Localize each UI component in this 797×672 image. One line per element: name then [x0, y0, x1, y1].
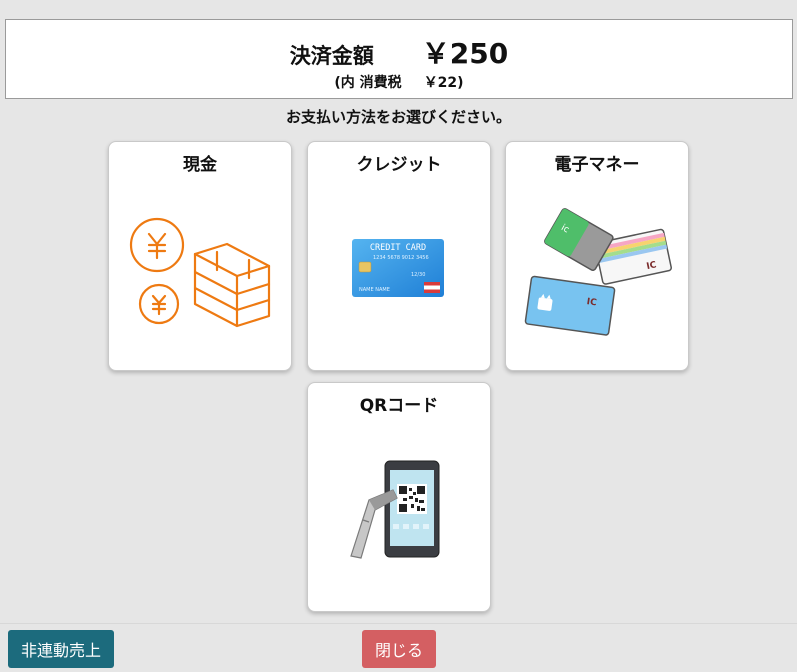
tax-value: ￥22) [423, 75, 464, 91]
payment-option-cash[interactable]: 現金 [108, 141, 292, 371]
amount-line: 決済金額 ￥250 [6, 32, 792, 72]
instruction-text: お支払い方法をお選びください。 [285, 108, 511, 126]
cash-icon [129, 217, 271, 328]
close-button[interactable]: 閉じる [362, 630, 436, 668]
payment-option-credit[interactable]: クレジット CREDIT CARD 1234 5678 9012 3456 12… [307, 141, 491, 371]
amount-value: ￥250 [421, 37, 509, 70]
amount-panel: 決済金額 ￥250 (内 消費税 ￥22) [5, 19, 793, 99]
payment-option-label: QRコード [359, 396, 439, 416]
payment-option-label: 電子マネー [554, 155, 640, 175]
credit-card-icon: CREDIT CARD 1234 5678 9012 3456 12/30 NA… [352, 239, 444, 297]
offline-sales-button[interactable]: 非連動売上 [8, 630, 114, 668]
credit-card-expiry: 12/30 [411, 272, 425, 278]
footer-bar: 非連動売上 閉じる [0, 623, 797, 672]
credit-card-brand: CREDIT CARD [370, 243, 426, 253]
payment-option-emoney[interactable]: 電子マネー IC ic IC [505, 141, 689, 371]
credit-card-name: NAME NAME [359, 287, 390, 293]
ic-cards-icon: IC ic IC [524, 208, 672, 336]
payment-option-label: クレジット [356, 155, 442, 175]
payment-option-qr[interactable]: QRコード [307, 382, 491, 612]
amount-label: 決済金額 [289, 44, 374, 68]
ic-label: IC [586, 297, 598, 308]
qr-scanner-icon [350, 460, 440, 559]
credit-card-number: 1234 5678 9012 3456 [373, 255, 429, 261]
tax-label: (内 消費税 [334, 75, 402, 91]
payment-option-label: 現金 [183, 155, 217, 175]
tax-line: (内 消費税 ￥22) [6, 72, 792, 92]
